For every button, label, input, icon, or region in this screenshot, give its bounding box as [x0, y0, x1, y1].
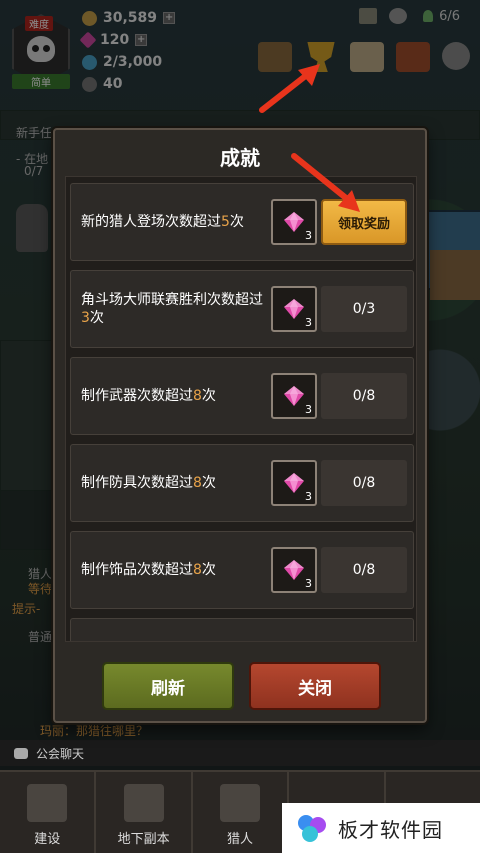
- watermark-logo-icon: [298, 815, 326, 842]
- achievement-row: 制作饰品次数超过8次 3 0/8: [70, 531, 414, 609]
- achievement-desc-text: 制作武器次数超过: [81, 388, 193, 404]
- modal-title: 成就: [220, 146, 260, 170]
- achievement-desc-text: 制作防具次数超过: [81, 475, 193, 491]
- nav-hunters-label: 猎人: [227, 832, 254, 847]
- achievement-description: 角斗场大师联赛胜利次数超过 3次: [81, 271, 267, 347]
- close-button[interactable]: 关闭: [249, 662, 381, 710]
- achievement-target-number: 8: [193, 388, 202, 404]
- achievement-desc-suffix: 次: [229, 214, 244, 230]
- achievement-modal: 成就 新的猎人登场次数超过5次 3 领取奖励 角斗场大师联赛胜利次数超过3次 3 0/3 制…: [53, 128, 427, 723]
- nav-dungeon[interactable]: 地下副本: [96, 772, 193, 853]
- achievement-description: 制作饰品次数超过8次: [81, 532, 267, 608]
- nav-build-label: 建设: [34, 832, 61, 847]
- achievement-desc-suffix: 次: [201, 562, 216, 578]
- reward-slot[interactable]: 3: [271, 286, 317, 332]
- dungeon-gate-icon: [123, 784, 164, 822]
- achievement-row: 角斗场大师联赛胜利次数超过3次 3 0/3: [70, 270, 414, 348]
- achievement-row-partial: [70, 618, 414, 641]
- reward-quantity: 3: [305, 403, 312, 416]
- achievement-target-number: 8: [193, 475, 202, 491]
- refresh-button[interactable]: 刷新: [102, 662, 234, 710]
- reward-slot[interactable]: 3: [271, 373, 317, 419]
- gem-reward-icon: [284, 299, 304, 319]
- achievement-desc-text: 制作饰品次数超过: [81, 562, 193, 578]
- reward-slot[interactable]: 3: [271, 547, 317, 593]
- hunter-crest-icon: [220, 784, 261, 822]
- hammer-icon: [27, 784, 68, 822]
- achievement-description: 新的猎人登场次数超过5次: [81, 184, 267, 260]
- achievement-progress: 0/8: [321, 373, 407, 419]
- chat-icon: [14, 747, 28, 759]
- achievement-row: 制作武器次数超过8次 3 0/8: [70, 357, 414, 435]
- achievement-desc-text: 新的猎人登场次数超过: [81, 214, 221, 230]
- nav-dungeon-label: 地下副本: [117, 832, 170, 847]
- achievement-desc-suffix: 次: [201, 388, 216, 404]
- achievement-description: 制作武器次数超过8次: [81, 358, 267, 434]
- reward-quantity: 3: [305, 490, 312, 503]
- watermark-text: 板才软件园: [338, 817, 443, 842]
- achievement-desc-suffix: 次: [201, 475, 216, 491]
- reward-slot[interactable]: 3: [271, 460, 317, 506]
- achievement-list[interactable]: 新的猎人登场次数超过5次 3 领取奖励 角斗场大师联赛胜利次数超过3次 3 0/3 制作武器…: [65, 176, 417, 642]
- reward-quantity: 3: [305, 577, 312, 590]
- achievement-desc-suffix: 次: [89, 310, 104, 326]
- guild-chat-label: 公会聊天: [36, 746, 85, 761]
- arrow-to-trophy-icon: [259, 64, 320, 113]
- gem-reward-icon: [284, 473, 304, 493]
- reward-quantity: 3: [305, 229, 312, 242]
- achievement-target-number: 8: [193, 562, 202, 578]
- achievement-description: 制作防具次数超过8次: [81, 445, 267, 521]
- achievement-progress: 0/3: [321, 286, 407, 332]
- achievement-desc-text: 角斗场大师联赛胜利次数超过: [81, 292, 263, 308]
- reward-quantity: 3: [305, 316, 312, 329]
- guild-chat-bar[interactable]: 公会聊天: [0, 740, 480, 766]
- achievement-row: 制作防具次数超过8次 3 0/8: [70, 444, 414, 522]
- gem-reward-icon: [284, 386, 304, 406]
- nav-build[interactable]: 建设: [0, 772, 97, 853]
- gem-reward-icon: [284, 560, 304, 580]
- watermark: 板才软件园: [282, 803, 480, 853]
- achievement-progress: 0/8: [321, 547, 407, 593]
- arrow-to-claim-icon: [291, 153, 360, 212]
- achievement-target-number: 3: [81, 310, 90, 326]
- achievement-progress: 0/8: [321, 460, 407, 506]
- achievement-target-number: 5: [221, 214, 230, 230]
- nav-hunters[interactable]: 猎人: [193, 772, 290, 853]
